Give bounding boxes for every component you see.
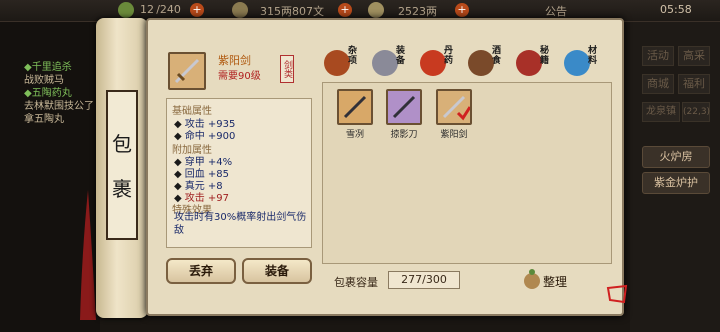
quest-item: 去林默围技公了: [24, 101, 94, 112]
book-icon: [516, 50, 542, 76]
item-slot-selected[interactable]: [436, 89, 472, 125]
selected-item-icon: [168, 52, 206, 90]
item-slot-label: 紫阳剑: [440, 130, 468, 140]
item-slot[interactable]: [386, 89, 422, 125]
bag-title-scroll: 包 裹: [106, 90, 138, 240]
clock: 05:58: [660, 3, 692, 16]
sword-icon: [372, 50, 398, 76]
tab-food[interactable]: 酒食: [466, 44, 508, 80]
welfare-button[interactable]: 福利: [678, 74, 710, 94]
quest-item: 拿五陶丸: [24, 114, 64, 125]
stamina-value: 12 /240: [140, 3, 181, 16]
tab-misc[interactable]: 杂项: [322, 44, 364, 80]
tab-label: 酒食: [492, 46, 502, 66]
pill-icon: [420, 50, 446, 76]
item-slot-label: 雪冽: [345, 130, 364, 140]
tab-pills[interactable]: 丹药: [418, 44, 460, 80]
tab-label: 丹药: [444, 46, 454, 66]
bag-title-char: 包: [112, 132, 132, 156]
item-type-tag: 剑类: [280, 55, 294, 83]
quest-item[interactable]: ◆五陶药丸: [24, 88, 72, 100]
spear-icon: [343, 95, 367, 119]
stamina-icon: [118, 2, 134, 18]
seal-stamp: [604, 280, 632, 308]
tab-materials[interactable]: 材料: [562, 44, 604, 80]
red-seal-icon: [606, 284, 628, 304]
tab-label: 杂项: [348, 46, 358, 66]
tab-label: 秘籍: [540, 46, 550, 66]
coins-value: 315两807文: [260, 5, 324, 18]
sack-icon: [524, 269, 540, 289]
wine-jar-icon: [468, 50, 494, 76]
equip-button[interactable]: 装备: [242, 258, 312, 284]
furnace-button[interactable]: 火炉房: [642, 146, 710, 168]
tab-manuals[interactable]: 秘籍: [514, 44, 556, 80]
tab-equipment[interactable]: 装备: [370, 44, 412, 80]
item-slot-label: 掠影刀: [390, 130, 418, 140]
tab-label: 材料: [588, 46, 598, 66]
blade-icon: [392, 95, 416, 119]
add-silver-button[interactable]: +: [455, 3, 469, 17]
capacity-label: 包裹容量: [334, 276, 378, 289]
item-slot[interactable]: [337, 89, 373, 125]
stat-row: ◆ 命中 +900: [174, 131, 236, 142]
activity-button[interactable]: 活动: [642, 46, 674, 66]
crystal-icon: [564, 50, 590, 76]
item-name: 紫阳剑: [218, 54, 251, 67]
silver-value: 2523两: [398, 5, 437, 18]
sword-icon: [442, 95, 472, 121]
add-coins-button[interactable]: +: [338, 3, 352, 17]
location-coord: (22,3): [682, 102, 710, 122]
quest-item[interactable]: ◆千里追杀: [24, 62, 72, 74]
tab-label: 装备: [396, 46, 406, 66]
discard-button[interactable]: 丢弃: [166, 258, 236, 284]
notice-button[interactable]: 公告: [545, 3, 567, 19]
location-label: 龙泉镇: [642, 102, 680, 122]
capacity-value: 277/300: [388, 271, 460, 289]
bag-title-char: 裹: [112, 177, 132, 201]
special-text: 攻击时有30%概率射出剑气伤敌: [174, 212, 307, 236]
high-gather-button[interactable]: 高采: [678, 46, 710, 66]
coin-icon: [232, 2, 248, 18]
gold-furnace-button[interactable]: 紫金炉护: [642, 172, 710, 194]
silver-icon: [368, 2, 384, 18]
item-requirement: 需要90级: [218, 71, 261, 82]
shop-button[interactable]: 商城: [642, 74, 674, 94]
pot-icon: [324, 50, 350, 76]
sort-button[interactable]: 整理: [543, 273, 567, 290]
add-stamina-button[interactable]: +: [190, 3, 204, 17]
category-tabs: 杂项 装备 丹药 酒食 秘籍 材料: [322, 44, 612, 82]
quest-item: 战败贼马: [24, 75, 64, 86]
sword-icon: [174, 58, 200, 84]
tassel-decoration: [80, 190, 96, 320]
